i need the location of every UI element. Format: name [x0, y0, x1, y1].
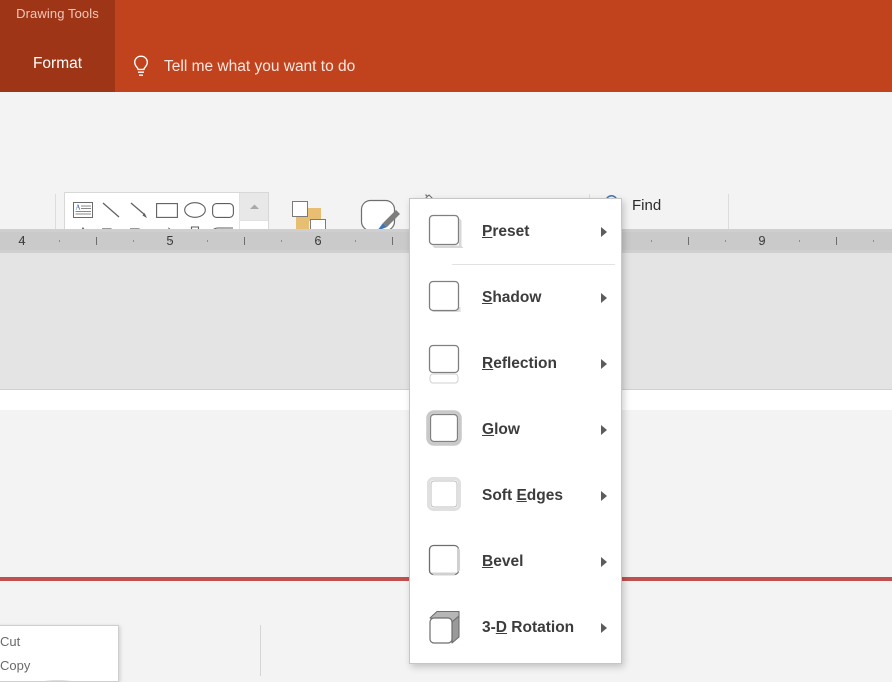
ruler-minor-tick [799, 240, 800, 242]
submenu-arrow-icon [601, 227, 607, 237]
menu-item-label: 3-D Rotation [468, 619, 601, 637]
ruler-major-tick [688, 237, 689, 245]
menu-item-label: Reflection [468, 355, 601, 373]
contextual-tab-title: Drawing Tools [0, 6, 115, 21]
line-shape[interactable] [97, 197, 125, 223]
rounded-rectangle-shape[interactable] [209, 197, 237, 223]
ruler-minor-tick [651, 240, 652, 242]
tell-me-label: Tell me what you want to do [164, 58, 355, 76]
ruler-minor-tick [355, 240, 356, 242]
shadow-effect-icon [424, 278, 468, 318]
ruler-minor-tick [133, 240, 134, 242]
menu-item-label: Glow [468, 421, 601, 439]
menu-item-bevel[interactable]: Bevel [410, 529, 621, 595]
ruler-minor-tick [725, 240, 726, 242]
ruler-number: 9 [758, 233, 765, 248]
reflection-effect-icon [424, 344, 468, 384]
text-box-shape[interactable]: A [69, 197, 97, 223]
menu-item-shadow[interactable]: Shadow [410, 265, 621, 331]
menu-item-reflection[interactable]: Reflection [410, 331, 621, 397]
contextual-tab-group: Drawing Tools Format [0, 0, 115, 92]
submenu-arrow-icon [601, 557, 607, 567]
svg-text:A: A [76, 204, 81, 212]
ruler-minor-tick [281, 240, 282, 242]
submenu-arrow-icon [601, 293, 607, 303]
submenu-arrow-icon [601, 359, 607, 369]
ruler-major-tick [96, 237, 97, 245]
ruler-minor-tick [873, 240, 874, 242]
menu-item-3d-rotation[interactable]: 3-D Rotation [410, 595, 621, 661]
ruler-major-tick [392, 237, 393, 245]
tell-me-search[interactable]: Tell me what you want to do [130, 53, 355, 81]
ruler-minor-tick [59, 240, 60, 242]
submenu-arrow-icon [601, 491, 607, 501]
submenu-arrow-icon [601, 425, 607, 435]
ribbon-header: Drawing Tools Format Tell me what you wa… [0, 0, 892, 92]
menu-item-glow[interactable]: Glow [410, 397, 621, 463]
line-arrow-shape[interactable] [125, 197, 153, 223]
context-menu-cursor-shadow [2, 662, 112, 682]
soft-edges-effect-icon [424, 476, 468, 516]
menu-item-preset[interactable]: Preset [410, 199, 621, 265]
lightbulb-icon [130, 54, 152, 80]
tab-format[interactable]: Format [0, 55, 115, 73]
menu-item-label: Shadow [468, 289, 601, 307]
glow-effect-icon [424, 410, 468, 450]
shape-effects-dropdown[interactable]: Preset Shadow Reflection Glow Soft Edges Beve… [409, 198, 622, 664]
context-menu-item-cut[interactable]: Cut [0, 634, 20, 649]
ruler-number: 4 [18, 233, 25, 248]
rectangle-shape[interactable] [153, 197, 181, 223]
context-menu[interactable]: Cut Copy [0, 625, 119, 682]
3d-rotation-effect-icon [424, 608, 468, 648]
oval-shape[interactable] [181, 197, 209, 223]
scroll-up-icon[interactable] [240, 193, 268, 221]
preset-effect-icon [424, 212, 468, 252]
ruler-major-tick [836, 237, 837, 245]
ruler-number: 5 [166, 233, 173, 248]
find-label: Find [632, 197, 661, 214]
ruler-major-tick [244, 237, 245, 245]
bevel-effect-icon [424, 542, 468, 582]
menu-item-label: Bevel [468, 553, 601, 571]
ruler-minor-tick [207, 240, 208, 242]
menu-item-label: Soft Edges [468, 487, 601, 505]
menu-item-soft-edges[interactable]: Soft Edges [410, 463, 621, 529]
menu-item-label: Preset [468, 223, 601, 241]
submenu-arrow-icon [601, 623, 607, 633]
ruler-number: 6 [314, 233, 321, 248]
pane-vertical-divider [260, 625, 261, 676]
